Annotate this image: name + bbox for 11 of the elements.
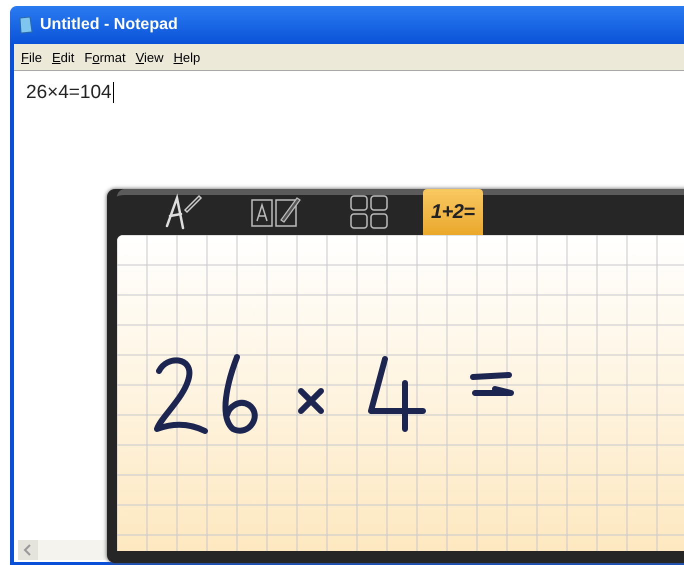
menu-item[interactable]: Edit xyxy=(46,50,80,64)
notepad-icon xyxy=(18,16,34,34)
math-tab[interactable]: 1+2= xyxy=(423,189,483,235)
writing-area[interactable] xyxy=(117,235,684,551)
menu-item[interactable]: Help xyxy=(168,50,206,64)
window-title: Untitled - Notepad xyxy=(40,15,178,35)
document-text: 26×4=104 xyxy=(26,82,114,103)
text-area[interactable]: 26×4=104 1+2= xyxy=(14,70,684,562)
menu-item[interactable]: File xyxy=(16,50,47,64)
menu-item[interactable]: View xyxy=(130,50,169,64)
menu-item[interactable]: Format xyxy=(79,50,131,64)
